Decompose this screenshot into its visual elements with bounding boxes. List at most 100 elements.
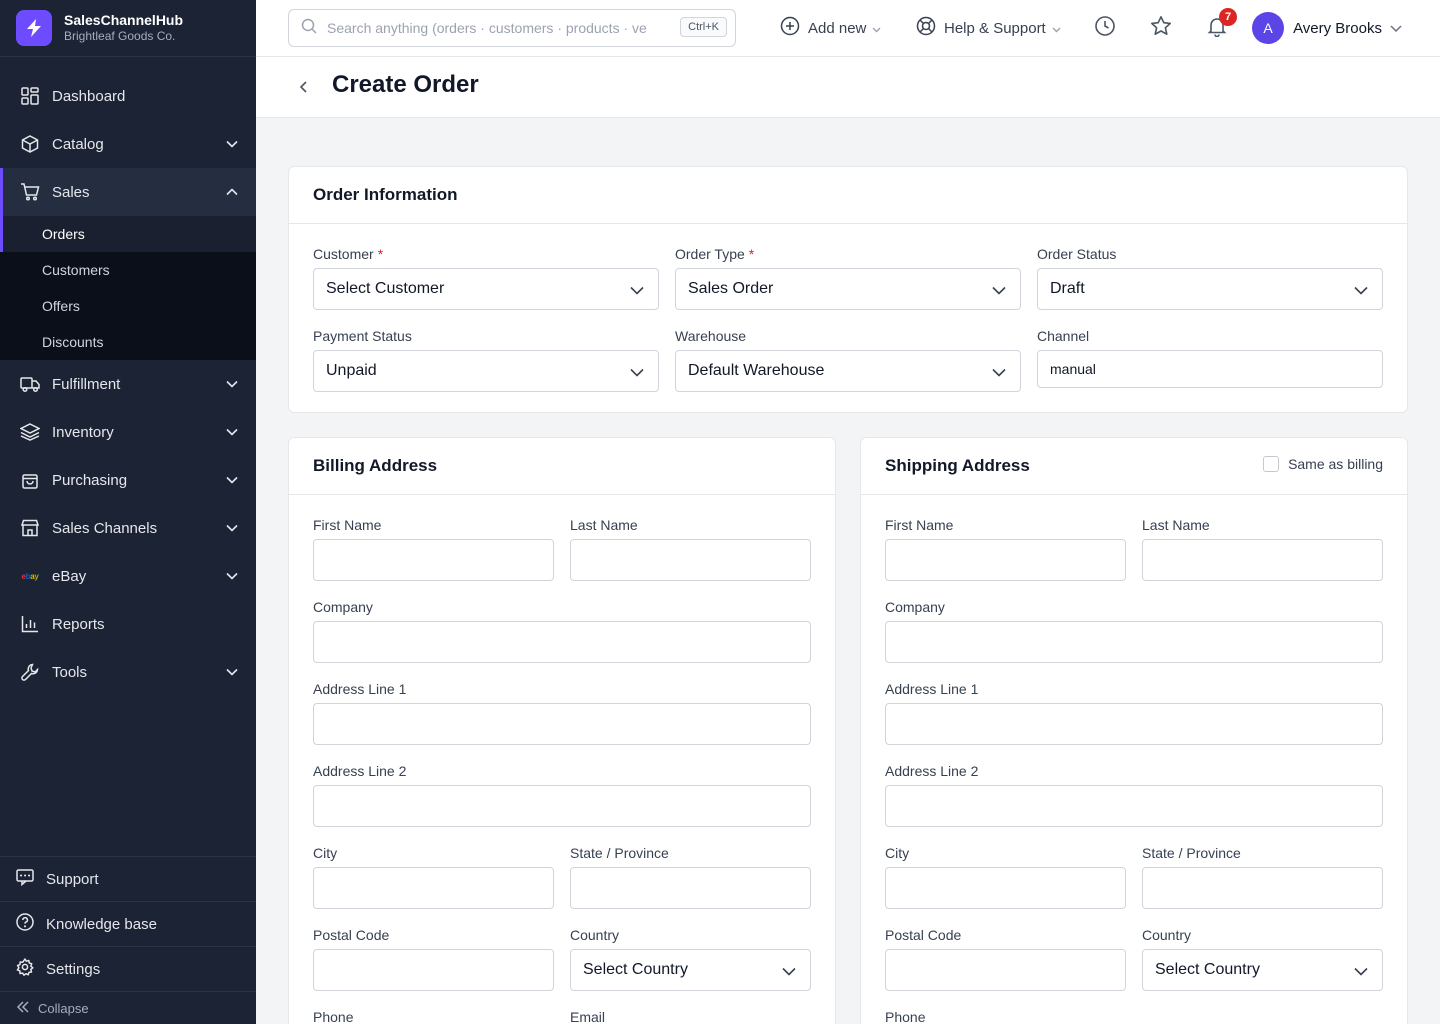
brand-name: SalesChannelHub bbox=[64, 11, 184, 28]
sidebar-item-label: Sales Channels bbox=[52, 519, 158, 537]
channel-input[interactable]: manual bbox=[1037, 350, 1383, 388]
shipping-first-name-input[interactable] bbox=[885, 539, 1126, 581]
sidebar-item-inventory[interactable]: Inventory bbox=[0, 408, 256, 456]
sidebar-item-catalog[interactable]: Catalog bbox=[0, 120, 256, 168]
billing-address1-input[interactable] bbox=[313, 703, 811, 745]
chevron-down-icon bbox=[224, 424, 240, 440]
brand[interactable]: SalesChannelHub Brightleaf Goods Co. bbox=[0, 0, 256, 57]
notifications-button[interactable]: 7 bbox=[1205, 8, 1237, 40]
shipping-address2-input[interactable] bbox=[885, 785, 1383, 827]
shipping-postal-input[interactable] bbox=[885, 949, 1126, 991]
add-new-label: Add new bbox=[808, 19, 867, 37]
sidebar-item-support[interactable]: Support bbox=[0, 856, 256, 901]
user-name: Avery Brooks bbox=[1293, 19, 1382, 37]
help-support-button[interactable]: Help & Support bbox=[916, 16, 1061, 40]
customer-select[interactable]: Select Customer bbox=[313, 268, 659, 310]
topbar: Search anything (orders · customers · pr… bbox=[256, 0, 1440, 57]
same-as-billing-label: Same as billing bbox=[1288, 456, 1383, 472]
sidebar-item-label: Catalog bbox=[52, 135, 104, 153]
shipping-country-select[interactable]: Select Country bbox=[1142, 949, 1383, 991]
sidebar-item-label: Dashboard bbox=[52, 87, 126, 105]
clock-icon bbox=[1094, 15, 1116, 42]
billing-first-name-input[interactable] bbox=[313, 539, 554, 581]
billing-company-input[interactable] bbox=[313, 621, 811, 663]
billing-last-name-label: Last Name bbox=[570, 517, 638, 533]
sidebar-item-reports[interactable]: Reports bbox=[0, 608, 256, 640]
select-value: Draft bbox=[1050, 280, 1085, 297]
sidebar-item-fulfillment[interactable]: Fulfillment bbox=[0, 360, 256, 408]
card-title: Order Information bbox=[289, 167, 1407, 224]
warehouse-label: Warehouse bbox=[675, 328, 747, 344]
shipping-country-label: Country bbox=[1142, 927, 1192, 943]
bolt-icon bbox=[16, 10, 52, 46]
shipping-city-input[interactable] bbox=[885, 867, 1126, 909]
add-new-button[interactable]: Add new bbox=[780, 16, 881, 40]
order-status-select[interactable]: Draft bbox=[1037, 268, 1383, 310]
billing-city-input[interactable] bbox=[313, 867, 554, 909]
shipping-last-name-input[interactable] bbox=[1142, 539, 1383, 581]
sidebar-subitem-discounts[interactable]: Discounts bbox=[0, 324, 256, 360]
billing-last-name-input[interactable] bbox=[570, 539, 811, 581]
billing-postal-input[interactable] bbox=[313, 949, 554, 991]
warehouse-select[interactable]: Default Warehouse bbox=[675, 350, 1021, 392]
page-title: Create Order bbox=[332, 71, 479, 98]
sidebar-item-settings[interactable]: Settings bbox=[0, 946, 256, 991]
back-chevron-icon[interactable] bbox=[296, 79, 312, 95]
user-menu[interactable]: A Avery Brooks bbox=[1252, 12, 1402, 44]
question-circle-icon bbox=[16, 913, 34, 935]
chevron-down-icon bbox=[1052, 20, 1061, 37]
favorites-button[interactable] bbox=[1149, 15, 1173, 40]
billing-address2-input[interactable] bbox=[313, 785, 811, 827]
sidebar-subitem-orders[interactable]: Orders bbox=[0, 216, 256, 252]
chevron-down-icon bbox=[224, 520, 240, 536]
gear-icon bbox=[16, 958, 34, 980]
recent-history-button[interactable] bbox=[1093, 15, 1117, 42]
billing-city-label: City bbox=[313, 845, 338, 861]
sidebar-subitem-offers[interactable]: Offers bbox=[0, 288, 256, 324]
checkbox-box[interactable] bbox=[1263, 456, 1280, 472]
order-type-label: Order Type * bbox=[675, 246, 755, 262]
shipping-company-input[interactable] bbox=[885, 621, 1383, 663]
chevron-down-icon bbox=[1354, 282, 1368, 300]
sidebar-item-sales[interactable]: Sales bbox=[0, 168, 256, 216]
layers-icon bbox=[20, 422, 40, 442]
sidebar-item-tools[interactable]: Tools bbox=[0, 648, 256, 696]
order-status-label: Order Status bbox=[1037, 246, 1117, 262]
order-type-select[interactable]: Sales Order bbox=[675, 268, 1021, 310]
search-icon bbox=[301, 18, 317, 39]
sidebar-item-ebay[interactable]: ebay eBay bbox=[0, 552, 256, 600]
sidebar-item-knowledge-base[interactable]: Knowledge base bbox=[0, 901, 256, 946]
sidebar-item-sales-channels[interactable]: Sales Channels bbox=[0, 504, 256, 552]
order-information-card: Order Information Customer * Select Custo… bbox=[288, 166, 1408, 413]
billing-country-select[interactable]: Select Country bbox=[570, 949, 811, 991]
sidebar-subitem-customers[interactable]: Customers bbox=[0, 252, 256, 288]
chat-icon bbox=[16, 868, 34, 890]
shipping-address1-input[interactable] bbox=[885, 703, 1383, 745]
chevron-down-icon bbox=[224, 664, 240, 680]
sidebar-nav: Dashboard Catalog Sales Orders Customers… bbox=[0, 57, 256, 696]
chevron-down-icon bbox=[630, 282, 644, 300]
sidebar-item-dashboard[interactable]: Dashboard bbox=[0, 72, 256, 120]
billing-state-input[interactable] bbox=[570, 867, 811, 909]
sidebar-item-label: Tools bbox=[52, 663, 88, 681]
box-icon bbox=[20, 134, 40, 154]
select-value: Default Warehouse bbox=[688, 362, 825, 379]
same-as-billing-checkbox[interactable]: Same as billing bbox=[1263, 456, 1383, 472]
billing-company-label: Company bbox=[313, 599, 373, 615]
sidebar-item-label: Purchasing bbox=[52, 471, 128, 489]
payment-status-select[interactable]: Unpaid bbox=[313, 350, 659, 392]
sidebar-item-purchasing[interactable]: Purchasing bbox=[0, 456, 256, 504]
sidebar-item-label: Inventory bbox=[52, 423, 114, 441]
global-search-input[interactable]: Search anything (orders · customers · pr… bbox=[288, 9, 736, 47]
select-value: Unpaid bbox=[326, 362, 377, 379]
shipping-postal-label: Postal Code bbox=[885, 927, 962, 943]
chevron-down-icon bbox=[630, 364, 644, 382]
billing-address1-label: Address Line 1 bbox=[313, 681, 407, 697]
collapse-label: Collapse bbox=[38, 1000, 89, 1016]
required-mark: * bbox=[377, 246, 384, 262]
sidebar-collapse-button[interactable]: Collapse bbox=[0, 991, 256, 1024]
billing-first-name-label: First Name bbox=[313, 517, 382, 533]
search-shortcut-hint: Ctrl+K bbox=[680, 17, 727, 37]
bar-chart-icon bbox=[20, 614, 40, 634]
shipping-state-input[interactable] bbox=[1142, 867, 1383, 909]
